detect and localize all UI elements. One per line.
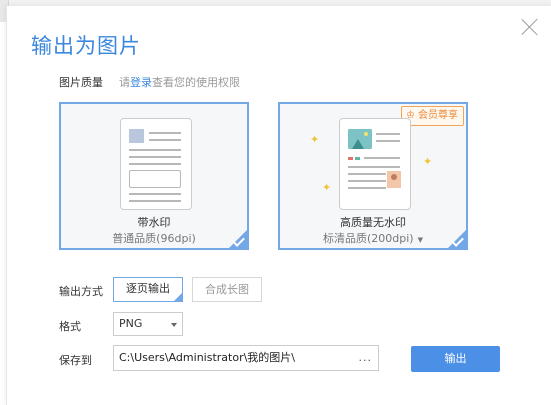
quality-option-watermark[interactable]: 带水印 普通品质(96dpi): [59, 102, 249, 250]
watermark-document-icon: [120, 118, 192, 210]
chevron-down-icon: ▼: [417, 236, 423, 244]
export-image-dialog: 输出为图片 图片质量 请登录查看您的使用权限 带水印 普通品质(96dpi) ♔…: [6, 6, 551, 405]
selected-corner: [173, 292, 183, 302]
save-path-input[interactable]: C:\Users\Administrator\我的图片\...: [113, 345, 379, 371]
output-mode-label: 输出方式: [59, 285, 103, 298]
hd-option-detail-text: 标清品质(200dpi): [323, 232, 414, 245]
hd-option-name: 高质量无水印: [340, 216, 406, 229]
vip-badge-label: 会员尊享: [418, 110, 458, 121]
chevron-down-icon: [171, 323, 177, 327]
sparkle-icon: ✦: [322, 181, 332, 194]
hd-option-detail[interactable]: 标清品质(200dpi) ▼: [280, 230, 466, 246]
mode-long-image-button[interactable]: 合成长图: [192, 277, 262, 302]
export-button[interactable]: 输出: [411, 346, 500, 372]
save-path-value: C:\Users\Administrator\我的图片\: [119, 351, 295, 364]
close-icon[interactable]: [519, 16, 541, 38]
sparkle-icon: ✦: [310, 133, 320, 146]
dialog-title: 输出为图片: [31, 34, 141, 58]
browse-button[interactable]: ...: [359, 346, 373, 370]
hint-suffix: 查看您的使用权限: [152, 76, 240, 89]
format-select[interactable]: PNG: [113, 312, 183, 336]
quality-label: 图片质量: [59, 76, 103, 89]
sparkle-icon: ✦: [423, 155, 433, 168]
hint-prefix: 请: [119, 76, 130, 89]
format-label: 格式: [59, 320, 81, 333]
format-value: PNG: [119, 317, 143, 330]
login-link[interactable]: 登录: [130, 76, 152, 89]
mode-per-page-label: 逐页输出: [126, 282, 170, 295]
save-to-label: 保存到: [59, 354, 92, 367]
hd-document-icon: [339, 118, 411, 210]
watermark-option-name: 带水印: [137, 216, 171, 229]
quality-option-hd[interactable]: ♔ 会员尊享 ✦ ✦ ✦ 高质量无水印 标清品质(200dpi) ▼: [278, 102, 468, 250]
watermark-option-detail: 普通品质(96dpi): [112, 232, 196, 245]
login-hint: 请登录查看您的使用权限: [119, 74, 240, 90]
mode-per-page-button[interactable]: 逐页输出: [113, 277, 183, 302]
